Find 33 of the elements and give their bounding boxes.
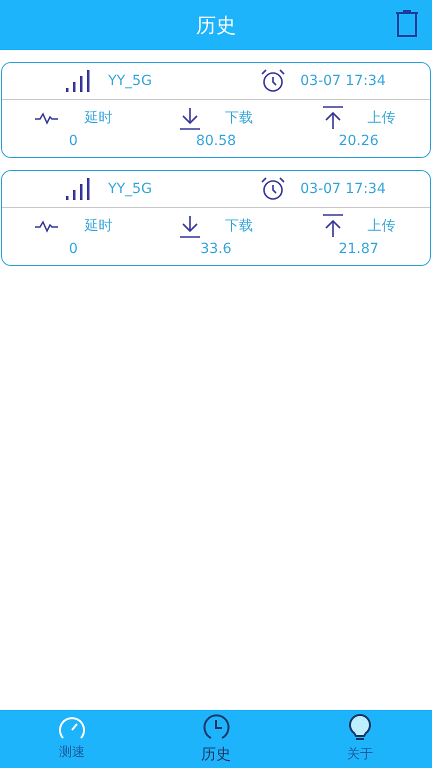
stat-value: 80.58: [196, 132, 236, 151]
stat-value: 21.87: [338, 240, 379, 259]
record-time: 03-07 17:34: [300, 72, 386, 90]
download-icon: [178, 214, 201, 238]
network-name: YY_5G: [108, 72, 152, 90]
speedometer-icon: [58, 715, 86, 742]
pulse-icon: [34, 111, 60, 125]
stat-label: 延时: [84, 216, 112, 236]
stat-value: 20.26: [338, 132, 379, 151]
nav-tab[interactable]: 历史: [144, 710, 288, 768]
page-title: 历史: [196, 12, 236, 39]
stat-value: 0: [68, 132, 78, 151]
stat-label: 上传: [368, 108, 396, 128]
stat-value: 33.6: [200, 240, 232, 259]
stat-label: 上传: [368, 216, 396, 236]
stat-label: 下载: [224, 216, 253, 236]
stat-label: 下载: [224, 108, 253, 128]
alarm-clock-icon: [260, 176, 286, 202]
trash-icon[interactable]: [395, 10, 419, 37]
alarm-clock-icon: [260, 68, 286, 94]
upload-icon: [322, 106, 344, 130]
nav-tab[interactable]: 测速: [0, 710, 144, 768]
signal-bars-icon: [66, 69, 92, 93]
download-icon: [178, 106, 201, 130]
upload-icon: [322, 214, 344, 238]
nav-tab[interactable]: 关于: [288, 710, 432, 768]
network-name: YY_5G: [108, 180, 152, 198]
record-time: 03-07 17:34: [300, 180, 386, 198]
pulse-icon: [34, 219, 60, 233]
clock-icon: [202, 712, 230, 741]
signal-bars-icon: [66, 177, 92, 201]
stat-label: 延时: [84, 108, 112, 128]
stat-value: 0: [68, 240, 78, 259]
